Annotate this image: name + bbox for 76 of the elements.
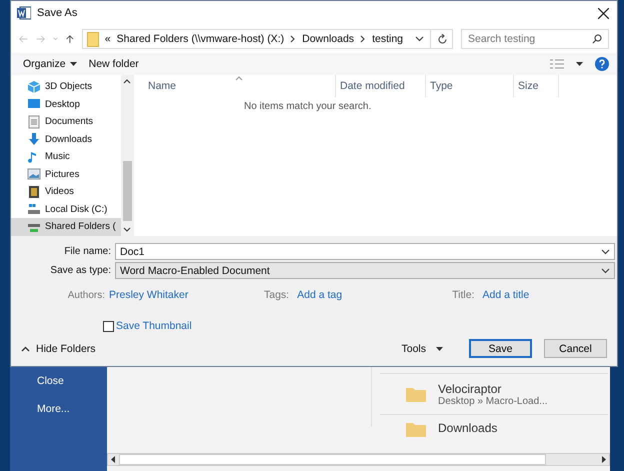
nav-item[interactable]: Documents: [11, 113, 121, 130]
caret-icon: [70, 62, 77, 66]
column-header[interactable]: Size: [514, 75, 559, 97]
field-label: File name:: [63, 246, 112, 257]
file-name-field[interactable]: Doc1: [115, 243, 615, 260]
nav-item[interactable]: Pictures: [11, 166, 121, 183]
column-header[interactable]: Type: [426, 75, 514, 97]
tools-button[interactable]: Tools: [401, 342, 443, 354]
title-label: Title:: [452, 289, 474, 301]
nav-item[interactable]: Local Disk (C:): [11, 200, 121, 218]
breadcrumb[interactable]: Downloads: [302, 33, 354, 45]
search-field[interactable]: Search testing: [461, 29, 609, 49]
nav-item[interactable]: Shared Folders (: [11, 218, 121, 236]
authors-link[interactable]: Presley Whitaker: [109, 289, 264, 301]
scroll-thumb[interactable]: [122, 161, 132, 221]
download-icon: [27, 132, 41, 146]
menu-item[interactable]: Close: [10, 375, 107, 387]
folder-icon: [86, 32, 99, 46]
checkbox-label[interactable]: Save Thumbnail: [116, 320, 192, 332]
nav-item[interactable]: Desktop: [11, 96, 121, 113]
column-header[interactable]: Date modified: [336, 75, 426, 97]
scroll-down-icon[interactable]: [123, 227, 131, 233]
horizontal-scrollbar[interactable]: [107, 453, 610, 466]
dropdown-icon[interactable]: [415, 36, 424, 42]
scroll-right-icon[interactable]: [601, 456, 606, 463]
dropdown-icon: [601, 248, 610, 254]
film-icon: [27, 184, 41, 199]
scroll-left-icon[interactable]: [111, 456, 116, 463]
authors-label: Authors:: [66, 290, 106, 300]
organize-button[interactable]: Organize: [23, 58, 77, 70]
address-bar[interactable]: « Shared Folders (\\vmware-host) (X:) Downloads testing: [82, 29, 453, 49]
scroll-thumb[interactable]: [119, 454, 546, 465]
title-link[interactable]: Add a title: [482, 289, 530, 301]
cancel-button[interactable]: Cancel: [544, 339, 607, 358]
menu-item[interactable]: More...: [10, 403, 107, 415]
refresh-icon[interactable]: [437, 34, 448, 44]
search-icon: [592, 34, 602, 44]
breadcrumb[interactable]: testing: [372, 33, 403, 45]
caret-icon[interactable]: [576, 62, 583, 66]
nav-item[interactable]: Music: [11, 148, 121, 166]
document-icon: [27, 114, 41, 129]
nav-item[interactable]: 3D Objects: [11, 78, 121, 96]
hide-folders-button[interactable]: Hide Folders: [21, 342, 96, 354]
dropdown-icon: [601, 268, 610, 274]
breadcrumb[interactable]: «: [104, 33, 111, 45]
help-icon[interactable]: [595, 57, 609, 71]
folder-icon: [406, 421, 426, 437]
tags-label: Tags:: [264, 289, 290, 301]
folder-icon: [406, 386, 426, 402]
close-icon[interactable]: [598, 8, 609, 18]
chevron-icon: [290, 35, 296, 43]
checkbox[interactable]: [103, 320, 114, 332]
column-header[interactable]: Name: [134, 75, 336, 97]
chevron-up-icon: [21, 346, 30, 352]
chevron-icon: [360, 35, 366, 43]
save-button[interactable]: Save: [469, 339, 532, 358]
drive-icon: [27, 202, 41, 216]
recent-folder[interactable]: Velociraptor Desktop » Macro-Load...: [380, 373, 608, 414]
view-icon[interactable]: [550, 59, 564, 69]
cube-icon: [27, 80, 41, 94]
file-type-dropdown[interactable]: Word Macro-Enabled Document: [115, 262, 615, 279]
field-label: Save as type:: [49, 265, 112, 276]
new-folder-button[interactable]: New folder: [88, 58, 139, 70]
empty-message: No items match your search.: [244, 101, 372, 112]
caret-icon: [436, 346, 443, 350]
scroll-up-icon[interactable]: [123, 78, 131, 84]
nav-item[interactable]: Downloads: [11, 130, 121, 148]
breadcrumb[interactable]: Shared Folders (\\vmware-host) (X:): [116, 33, 284, 45]
recent-folder[interactable]: Downloads: [380, 414, 608, 447]
scrollbar[interactable]: [121, 75, 133, 236]
tags-link[interactable]: Add a tag: [297, 289, 452, 301]
nav-item[interactable]: Videos: [11, 183, 121, 200]
sort-caret-icon: [235, 76, 243, 81]
word-icon: [17, 6, 31, 20]
picture-icon: [27, 167, 41, 182]
window-title: Save As: [37, 7, 78, 19]
